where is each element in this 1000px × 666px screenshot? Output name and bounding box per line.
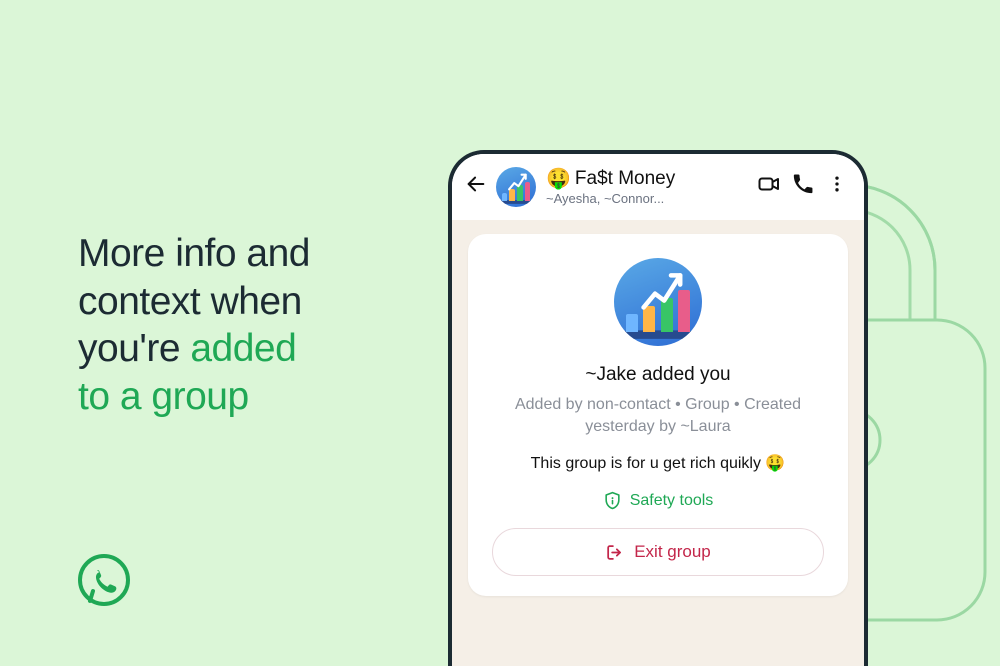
headline-highlight: added: [190, 327, 296, 370]
group-members-preview: ~Ayesha, ~Connor...: [546, 191, 752, 206]
phone-mockup: 🤑 Fa$t Money ~Ayesha, ~Connor... ~Jak: [448, 150, 868, 666]
headline-highlight: to a group: [78, 375, 249, 418]
safety-tools-label: Safety tools: [630, 492, 714, 510]
headline-line: More info and: [78, 232, 310, 275]
chat-header: 🤑 Fa$t Money ~Ayesha, ~Connor...: [452, 154, 864, 220]
group-name: Fa$t Money: [575, 168, 675, 190]
marketing-headline: More info and context when you're added …: [78, 230, 310, 420]
headline-line: you're: [78, 327, 190, 370]
money-face-emoji-icon: 🤑: [765, 455, 785, 472]
exit-group-label: Exit group: [634, 542, 711, 562]
group-info-card: ~Jake added you Added by non-contact • G…: [468, 234, 848, 596]
chat-body: ~Jake added you Added by non-contact • G…: [452, 220, 864, 666]
group-avatar-large[interactable]: [614, 258, 702, 346]
exit-group-button[interactable]: Exit group: [492, 528, 824, 576]
headline-line: context when: [78, 280, 302, 323]
group-meta-text: Added by non-contact • Group • Created y…: [492, 394, 824, 437]
shield-info-icon: [603, 491, 622, 510]
safety-tools-link[interactable]: Safety tools: [603, 491, 714, 510]
chat-title-block[interactable]: 🤑 Fa$t Money ~Ayesha, ~Connor...: [546, 168, 752, 206]
more-options-icon[interactable]: [820, 174, 854, 200]
money-face-emoji-icon: 🤑: [546, 169, 571, 189]
whatsapp-logo-icon: [78, 554, 130, 606]
group-avatar-small[interactable]: [496, 167, 536, 207]
video-call-icon[interactable]: [752, 172, 786, 202]
voice-call-icon[interactable]: [786, 173, 820, 201]
group-description: This group is for u get rich quikly 🤑: [492, 453, 824, 473]
back-arrow-icon[interactable]: [462, 173, 490, 201]
exit-icon: [605, 543, 624, 562]
added-by-text: ~Jake added you: [492, 364, 824, 386]
